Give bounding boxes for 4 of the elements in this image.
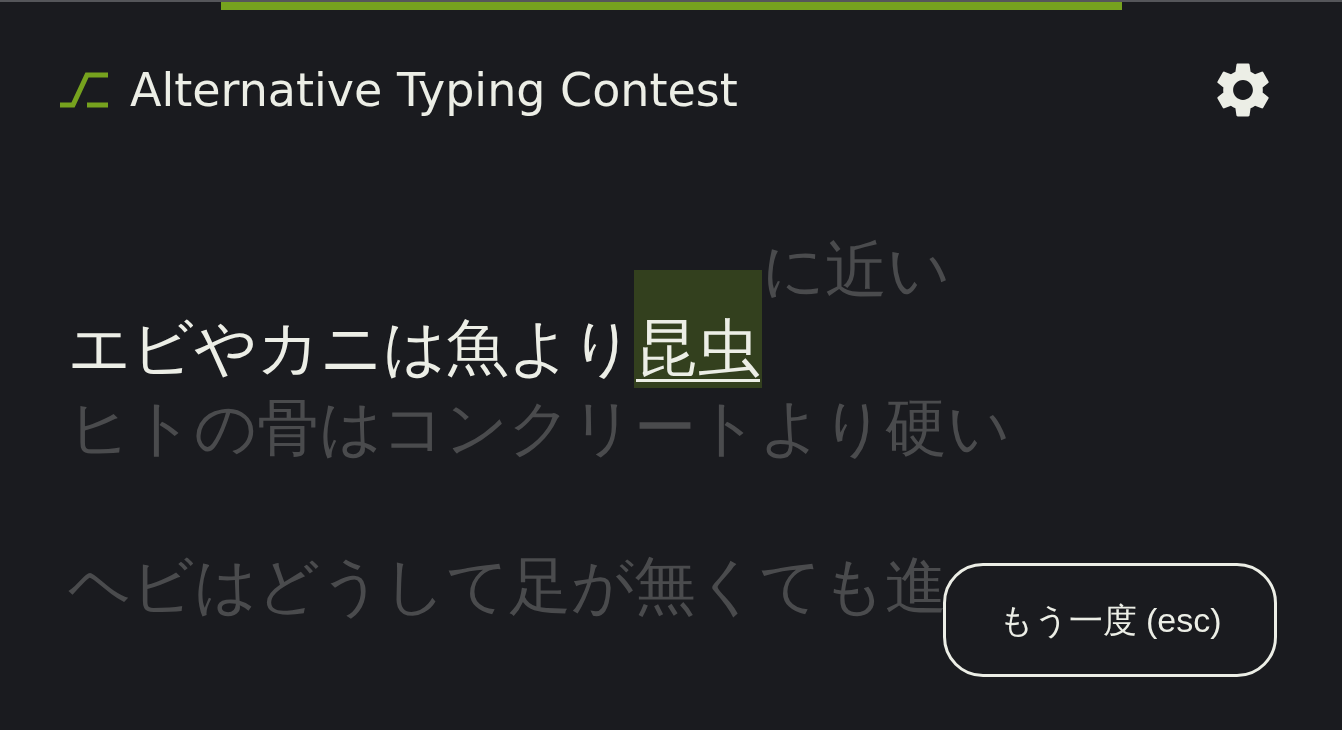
retry-button[interactable]: もう一度 (esc) [943,563,1277,677]
logo-icon [60,72,108,108]
typed-text: エビやカニは魚より [68,313,634,382]
current-word: 昆虫 [634,270,762,388]
